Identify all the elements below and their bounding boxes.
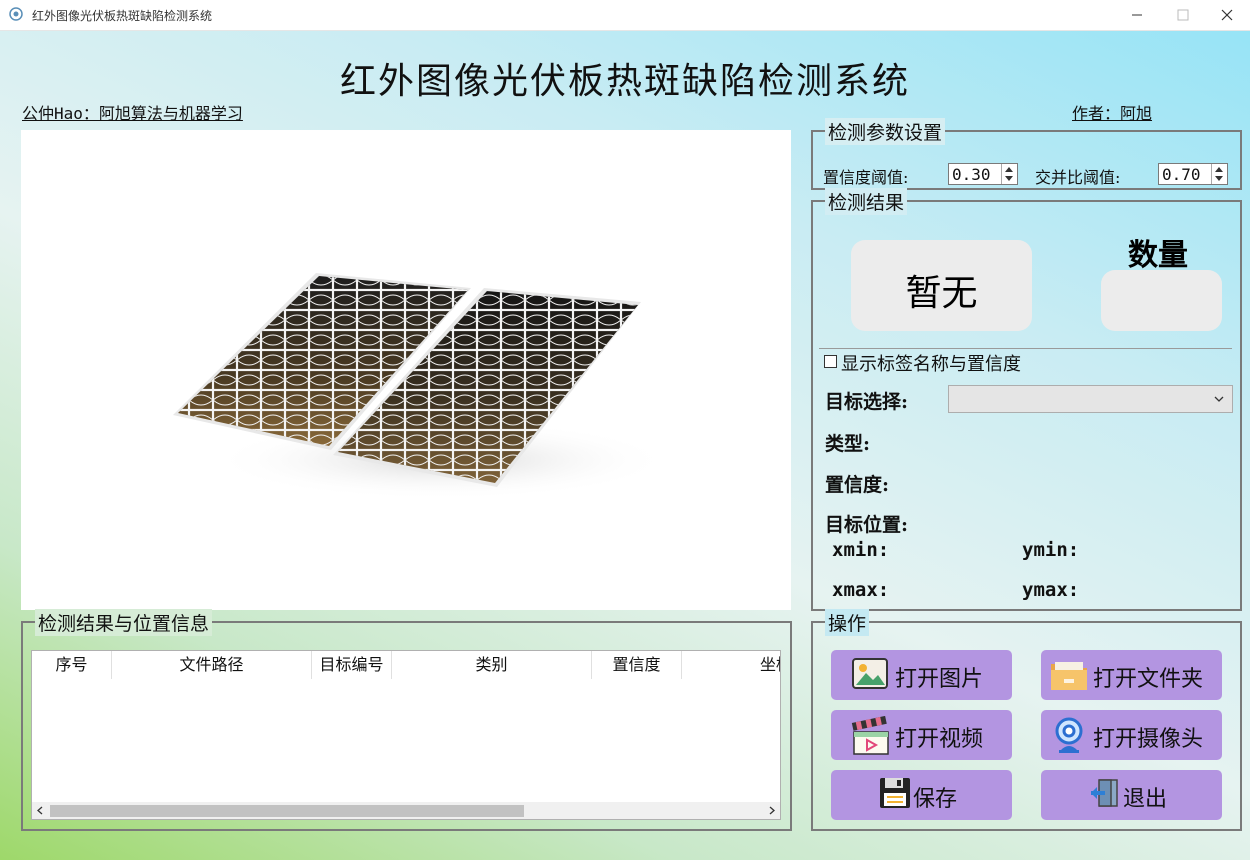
conf-value: 0.30: [952, 165, 991, 184]
camera-icon: [1055, 717, 1083, 753]
scroll-left-icon[interactable]: [37, 806, 43, 815]
type-label: 类型:: [825, 433, 871, 455]
params-title: 检测参数设置: [825, 118, 946, 145]
chevron-down-icon: [1214, 396, 1224, 402]
spin-up-icon: [1005, 167, 1013, 172]
exit-icon: [1091, 779, 1118, 807]
result-group: 检测结果 暂无 数量 显示标签名称与置信度 目标选择: 类型: 置信度: 目标位…: [811, 188, 1242, 611]
open-video-button[interactable]: 打开视频: [831, 710, 1012, 760]
result-divider: [819, 348, 1232, 349]
result-title: 检测结果: [825, 188, 908, 215]
scroll-thumb[interactable]: [50, 805, 524, 817]
xmax-label: xmax:: [832, 579, 890, 601]
open-image-button[interactable]: 打开图片: [831, 650, 1012, 700]
scroll-right-icon[interactable]: [769, 806, 775, 815]
exit-label: 退出: [1123, 787, 1168, 812]
iou-label: 交并比阈值:: [1035, 168, 1121, 187]
author-link-right[interactable]: 作者：阿旭: [1072, 100, 1152, 124]
maximize-button[interactable]: [1160, 0, 1206, 30]
col-header-coords-text: 坐标位置: [760, 655, 780, 674]
open-folder-button[interactable]: 打开文件夹: [1041, 650, 1222, 700]
status-text: 暂无: [905, 273, 978, 314]
close-button[interactable]: [1204, 0, 1250, 30]
folder-icon: [1051, 662, 1087, 690]
col-header-target-id[interactable]: 目标编号: [312, 651, 392, 679]
open-camera-button[interactable]: 打开摄像头: [1041, 710, 1222, 760]
image-display: [21, 130, 791, 610]
open-camera-label: 打开摄像头: [1093, 727, 1204, 752]
iou-spin-arrows[interactable]: [1211, 164, 1227, 184]
minimize-icon: [1132, 14, 1142, 16]
app-icon: [9, 7, 23, 21]
col-header-confidence[interactable]: 置信度: [592, 651, 682, 679]
ymax-label: ymax:: [1022, 579, 1080, 601]
conf-spinbox[interactable]: 0.30: [948, 163, 1018, 185]
confidence-label: 置信度:: [825, 474, 890, 496]
open-video-label: 打开视频: [895, 727, 984, 752]
table-title: 检测结果与位置信息: [35, 609, 213, 636]
close-icon: [1221, 9, 1233, 21]
col-header-coords[interactable]: 坐标位置: [682, 651, 780, 679]
iou-value: 0.70: [1162, 165, 1201, 184]
position-label: 目标位置:: [825, 514, 909, 536]
operations-title: 操作: [825, 609, 870, 636]
show-label-checkbox[interactable]: [824, 355, 837, 368]
target-select-dropdown[interactable]: [948, 385, 1233, 413]
save-icon: [880, 778, 910, 808]
params-group: 检测参数设置 置信度阈值: 0.30 交并比阈值: 0.70: [811, 118, 1242, 190]
target-select-label: 目标选择:: [825, 391, 909, 413]
window-title: 红外图像光伏板热斑缺陷检测系统: [32, 9, 213, 23]
results-table[interactable]: 序号 文件路径 目标编号 类别 置信度 坐标位置: [31, 650, 781, 820]
conf-label: 置信度阈值:: [823, 168, 909, 187]
col-header-class[interactable]: 类别: [392, 651, 592, 679]
xmin-label: xmin:: [832, 539, 890, 561]
minimize-button[interactable]: [1114, 0, 1160, 30]
col-header-index[interactable]: 序号: [32, 651, 112, 679]
iou-spinbox[interactable]: 0.70: [1158, 163, 1228, 185]
image-icon: [852, 658, 888, 689]
page-title: 红外图像光伏板热斑缺陷检测系统: [339, 61, 910, 102]
spin-up-icon: [1215, 167, 1223, 172]
table-hscrollbar[interactable]: [32, 802, 780, 819]
save-button[interactable]: 保存: [831, 770, 1012, 820]
spin-down-icon: [1005, 176, 1013, 181]
conf-spin-arrows[interactable]: [1001, 164, 1017, 184]
count-label: 数量: [1128, 238, 1188, 273]
spin-down-icon: [1215, 176, 1223, 181]
open-folder-label: 打开文件夹: [1093, 667, 1204, 692]
title-bar: 红外图像光伏板热斑缺陷检测系统: [0, 0, 1250, 31]
col-header-path[interactable]: 文件路径: [112, 651, 312, 679]
author-link-left[interactable]: 公仲Hao：阿旭算法与机器学习: [22, 100, 243, 124]
solar-panel-image: [173, 273, 671, 500]
ymin-label: ymin:: [1022, 539, 1080, 561]
count-box: [1101, 270, 1222, 331]
maximize-icon: [1177, 9, 1189, 21]
video-icon: [851, 716, 889, 755]
status-box: 暂无: [851, 240, 1032, 331]
open-image-label: 打开图片: [895, 667, 984, 692]
save-label: 保存: [913, 787, 958, 812]
exit-button[interactable]: 退出: [1041, 770, 1222, 820]
show-label-text[interactable]: 显示标签名称与置信度: [841, 350, 1021, 376]
